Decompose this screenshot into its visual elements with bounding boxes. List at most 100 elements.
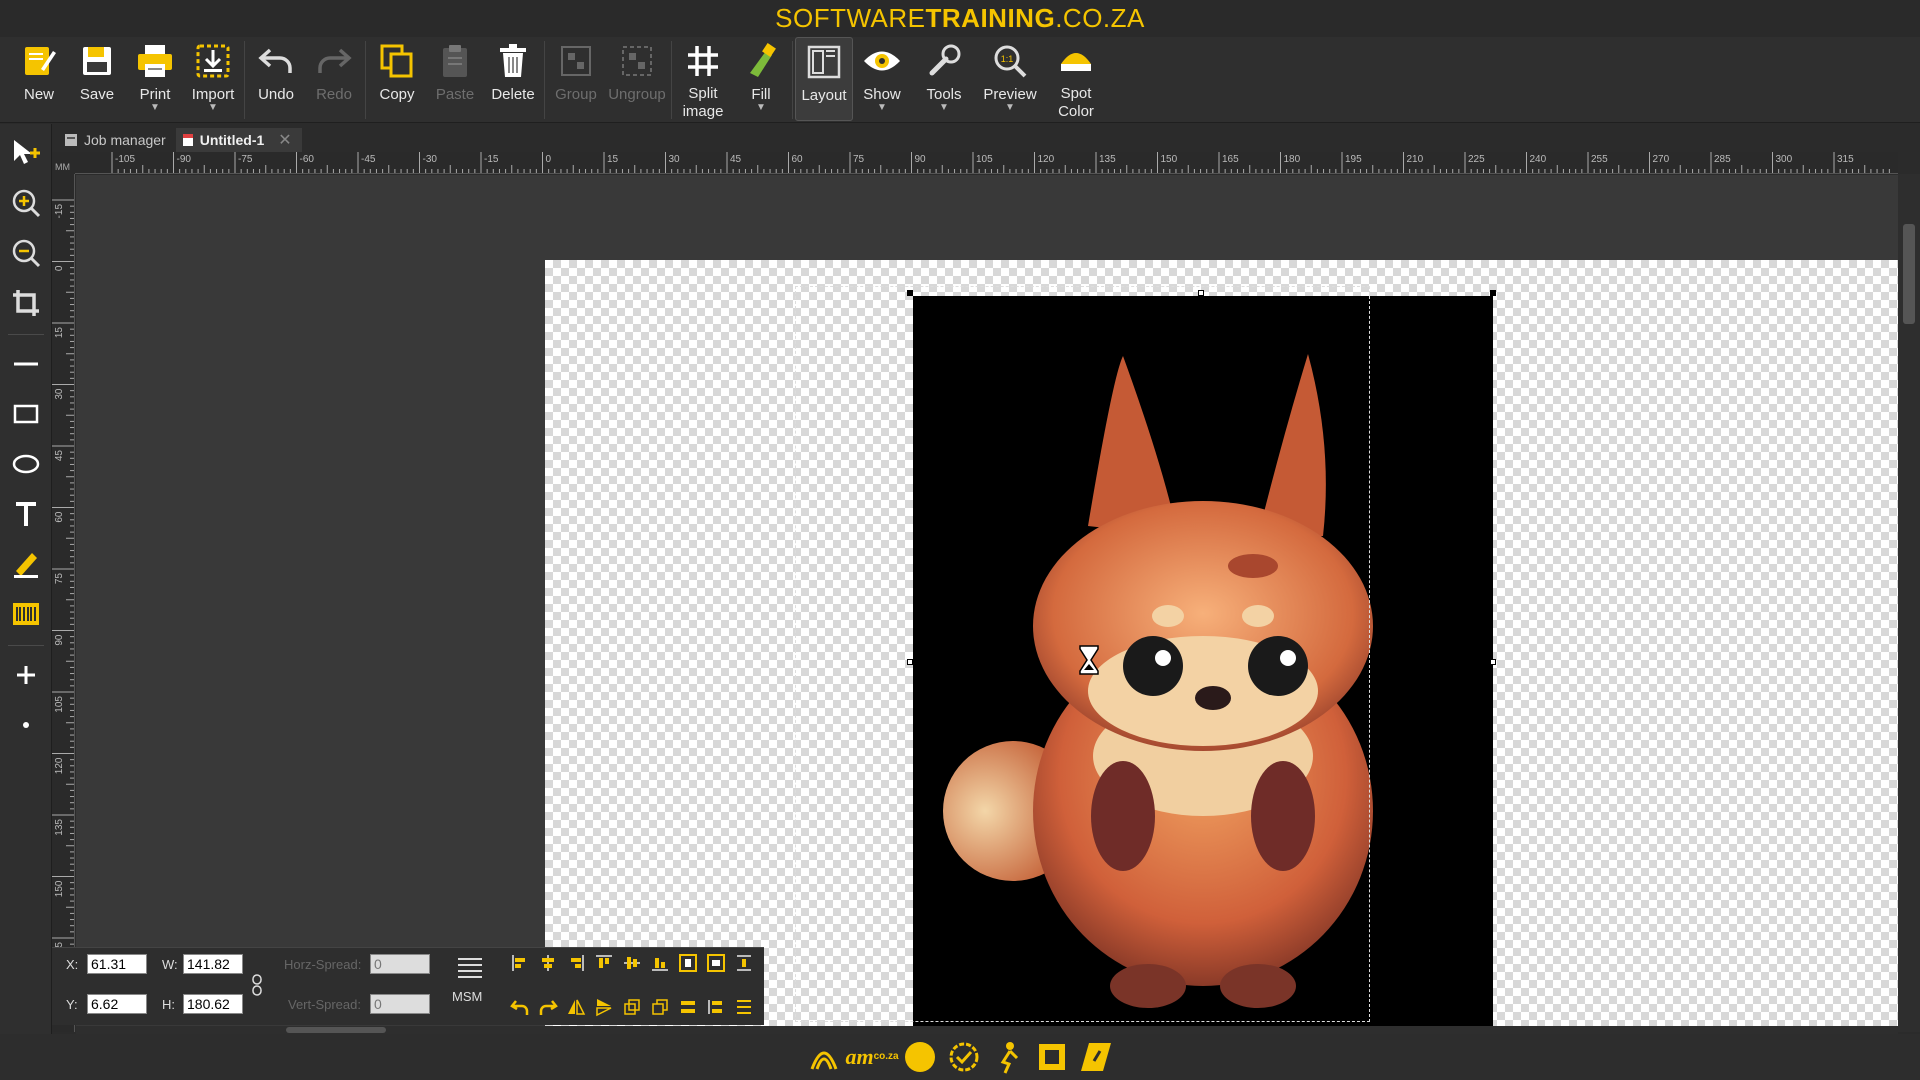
vertical-ruler-scale: -150153045607590105120135150165 [52, 199, 74, 994]
square-frame-icon[interactable] [1034, 1039, 1070, 1075]
undo-button[interactable]: Undo [247, 37, 305, 121]
printer-icon [135, 41, 175, 81]
amz-logo-text: am [845, 1044, 874, 1069]
group-label: Group [555, 86, 597, 103]
spot-color-label-1: Spot [1060, 85, 1092, 102]
align-center-h-icon[interactable] [537, 952, 559, 974]
figure-icon[interactable] [990, 1039, 1026, 1075]
ruler-tick-label: 165 [1222, 154, 1239, 165]
buy-this-icon[interactable] [902, 1039, 938, 1075]
redo-icon [314, 41, 354, 81]
distribute-icon[interactable] [456, 956, 484, 987]
center-on-page-v-icon[interactable] [705, 952, 727, 974]
add-tool[interactable] [6, 654, 46, 696]
save-button[interactable]: Save [68, 37, 126, 121]
paste-button[interactable]: Paste [426, 37, 484, 121]
align-center-v-icon[interactable] [621, 952, 643, 974]
spot-color-button[interactable]: Spot Color [1043, 37, 1109, 121]
resize-handle-right[interactable] [1490, 659, 1496, 665]
scrollbar-thumb[interactable] [286, 1027, 386, 1033]
text-tool[interactable] [6, 493, 46, 535]
amz-logo[interactable]: am co.za [845, 1039, 898, 1075]
dot-icon [22, 722, 29, 728]
h-label: H: [162, 997, 175, 1012]
width-field[interactable] [183, 954, 243, 974]
barcode-tool[interactable] [6, 593, 46, 635]
barcode-icon [12, 603, 39, 625]
vert-spread-field[interactable] [370, 994, 430, 1014]
ruler-tick-label: 30 [669, 154, 681, 165]
ruler-tick-label: 60 [792, 154, 804, 165]
center-on-page-h-icon[interactable] [677, 952, 699, 974]
print-button[interactable]: Print ▼ [126, 37, 184, 121]
delete-button[interactable]: Delete [484, 37, 542, 121]
y-position-field[interactable] [87, 994, 147, 1014]
align-bottom-icon[interactable] [649, 952, 671, 974]
ruler-tick-label: 30 [54, 388, 65, 400]
ungroup-button[interactable]: Ungroup [605, 37, 669, 121]
split-image-label-2: image [682, 103, 724, 120]
space-evenly-icon[interactable] [733, 996, 755, 1018]
new-button[interactable]: New [10, 37, 68, 121]
flip-horizontal-icon[interactable] [565, 996, 587, 1018]
link-proportions-icon[interactable] [250, 973, 264, 1002]
close-icon[interactable]: ✕ [278, 130, 291, 150]
object-properties-panel: X: W: Y: H: Horz-Spread: Vert-Spread: MS… [52, 947, 764, 1025]
layout-button[interactable]: Layout [795, 37, 853, 121]
canvas-workspace[interactable] [76, 175, 1898, 1032]
x-position-field[interactable] [87, 954, 147, 974]
align-left-icon[interactable] [509, 952, 531, 974]
ruler-tick-label: 15 [607, 154, 619, 165]
bring-forward-icon[interactable] [621, 996, 643, 1018]
resize-handle-left[interactable] [907, 659, 913, 665]
rotate-right-icon[interactable] [537, 996, 559, 1018]
horz-spread-field[interactable] [370, 954, 430, 974]
vertical-scrollbar[interactable] [1898, 174, 1920, 1032]
resize-handle-top[interactable] [1198, 290, 1204, 296]
tab-untitled-1[interactable]: Untitled-1 ✕ [175, 128, 302, 152]
badge-check-icon[interactable] [946, 1039, 982, 1075]
chevron-down-icon: ▼ [877, 102, 887, 113]
distribute-vertical-icon[interactable] [733, 952, 755, 974]
zoom-out-tool[interactable] [6, 232, 46, 274]
stack-icon[interactable] [705, 996, 727, 1018]
resize-handle-top-right[interactable] [1490, 290, 1496, 296]
ruler-tick-label: -90 [177, 154, 192, 165]
line-tool[interactable] [6, 343, 46, 385]
ellipse-icon [12, 454, 39, 474]
rotate-left-icon[interactable] [509, 996, 531, 1018]
import-button[interactable]: Import ▼ [184, 37, 242, 121]
ruler-tick-label: 105 [976, 154, 993, 165]
show-button[interactable]: Show ▼ [853, 37, 911, 121]
pencil-tool[interactable] [6, 543, 46, 585]
diamond-tag-icon[interactable] [1078, 1039, 1114, 1075]
select-tool[interactable] [6, 132, 46, 174]
align-top-icon[interactable] [593, 952, 615, 974]
copy-button[interactable]: Copy [368, 37, 426, 121]
horizontal-scrollbar[interactable] [76, 1026, 1898, 1034]
rectangle-tool[interactable] [6, 393, 46, 435]
redo-button[interactable]: Redo [305, 37, 363, 121]
same-size-icon[interactable] [677, 996, 699, 1018]
ellipse-tool[interactable] [6, 443, 46, 485]
height-field[interactable] [183, 994, 243, 1014]
point-tool[interactable] [6, 704, 46, 746]
ruler-tick-label: -45 [361, 154, 376, 165]
fill-button[interactable]: Fill ▼ [732, 37, 790, 121]
split-image-button[interactable]: Split image [674, 37, 732, 121]
tools-button[interactable]: Tools ▼ [911, 37, 977, 121]
x-label: X: [66, 957, 79, 972]
flip-vertical-icon[interactable] [593, 996, 615, 1018]
preview-button[interactable]: 1:1 Preview ▼ [977, 37, 1043, 121]
send-backward-icon[interactable] [649, 996, 671, 1018]
selection-frame[interactable] [907, 290, 1496, 1032]
resize-handle-top-left[interactable] [907, 290, 913, 296]
crop-tool[interactable] [6, 282, 46, 324]
scrollbar-thumb[interactable] [1903, 224, 1915, 324]
zoom-in-tool[interactable] [6, 182, 46, 224]
align-right-icon[interactable] [565, 952, 587, 974]
tab-job-manager[interactable]: Job manager [58, 128, 176, 152]
group-button[interactable]: Group [547, 37, 605, 121]
ruler-tick-label: -75 [238, 154, 253, 165]
brand-arch-icon[interactable] [806, 1039, 842, 1075]
